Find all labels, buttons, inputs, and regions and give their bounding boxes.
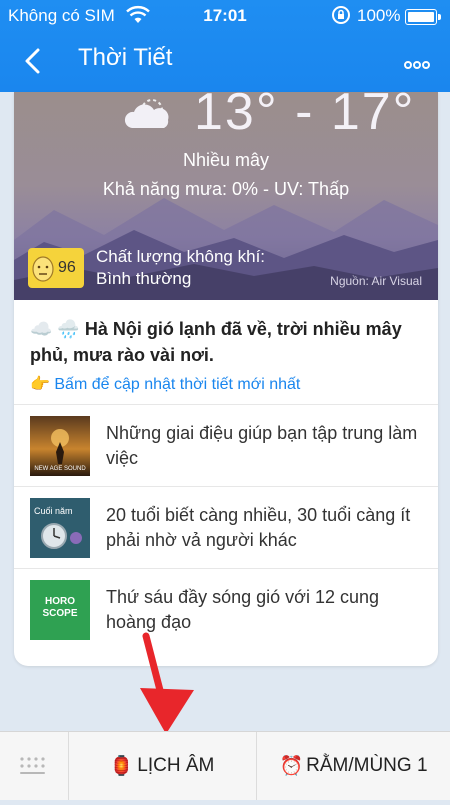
tab-lunar-calendar[interactable]: 🏮 LỊCH ÂM	[68, 732, 257, 800]
menu-grid-button[interactable]	[0, 732, 69, 800]
more-options-icon[interactable]	[404, 56, 440, 69]
weather-condition: Nhiều mây	[182, 150, 270, 170]
rain-uv-forecast: Khả năng mưa: 0% - UV: Thấp	[102, 179, 350, 199]
weather-headline: ☁️ 🌧️ Hà Nội gió lạnh đã về, trời nhiều …	[30, 316, 422, 368]
app-header: Không có SIM 17:01 100% Thời Tiết	[0, 0, 450, 92]
rotation-lock-icon	[331, 5, 351, 30]
update-weather-link[interactable]: 👉 Bấm để cập nhật thời tiết mới nhất	[30, 374, 422, 394]
air-quality-value: Bình thường	[96, 269, 192, 288]
air-quality-badge: 96	[28, 248, 84, 288]
cloud-rain-emoji-icon: ☁️ 🌧️	[30, 319, 80, 339]
article-item[interactable]: HORO SCOPE Thứ sáu đầy sóng gió với 12 c…	[14, 569, 438, 651]
page-title: Thời Tiết	[78, 44, 173, 71]
tab-full-moon[interactable]: ⏰ RẰM/MÙNG 1	[257, 732, 450, 800]
weather-panel[interactable]: 13° - 17° Nhiều mây Khả năng mưa: 0% - U…	[14, 92, 438, 300]
headline-text: Hà Nội gió lạnh đã về, trời nhiều mây ph…	[30, 319, 402, 365]
weather-news[interactable]: ☁️ 🌧️ Hà Nội gió lạnh đã về, trời nhiều …	[14, 300, 438, 405]
article-item[interactable]: Cuối năm 20 tuổi biết càng nhiều, 30 tuổ…	[14, 487, 438, 569]
update-link-text: Bấm để cập nhật thời tiết mới nhất	[54, 376, 301, 393]
air-quality-label: Chất lượng không khí:	[96, 247, 266, 266]
grid-icon	[20, 757, 45, 774]
bottom-tab-bar: 🏮 LỊCH ÂM ⏰ RẰM/MÙNG 1	[0, 731, 450, 800]
cloudy-icon	[124, 99, 169, 128]
article-title: Những giai điệu giúp bạn tập trung làm v…	[106, 422, 418, 468]
article-thumbnail: NEW AGE SOUND	[30, 415, 90, 476]
article-thumbnail: Cuối năm	[30, 497, 90, 558]
nav-bar: Thời Tiết	[0, 40, 450, 82]
red-arrow-annotation	[140, 632, 194, 734]
article-item[interactable]: NEW AGE SOUND Những giai điệu giúp bạn t…	[14, 405, 438, 487]
face-icon	[32, 256, 54, 282]
article-title: 20 tuổi biết càng nhiều, 30 tuổi càng ít…	[106, 504, 411, 550]
alarm-clock-icon: ⏰	[279, 756, 304, 777]
battery-icon	[405, 9, 441, 25]
air-quality-index: 96	[58, 259, 76, 276]
thumbnail-caption: HORO SCOPE	[42, 596, 78, 619]
article-thumbnail: HORO SCOPE	[30, 580, 90, 640]
article-title: Thứ sáu đầy sóng gió với 12 cung hoàng đ…	[106, 587, 380, 632]
thumbnail-caption: Cuối năm	[34, 505, 73, 516]
pointing-hand-icon: 👉	[30, 376, 50, 393]
lantern-icon: 🏮	[109, 756, 134, 777]
back-button[interactable]	[20, 45, 48, 77]
air-quality-source: Nguồn: Air Visual	[330, 274, 422, 288]
battery-percent: 100%	[357, 6, 401, 25]
tab-moon-label: RẰM/MÙNG 1	[306, 755, 428, 776]
weather-card: 13° - 17° Nhiều mây Khả năng mưa: 0% - U…	[14, 92, 438, 666]
tab-lunar-label: LỊCH ÂM	[137, 755, 215, 776]
thumbnail-caption: NEW AGE SOUND	[34, 465, 86, 472]
temperature-range: 13° - 17°	[194, 92, 416, 141]
status-bar: Không có SIM 17:01 100%	[0, 0, 450, 32]
